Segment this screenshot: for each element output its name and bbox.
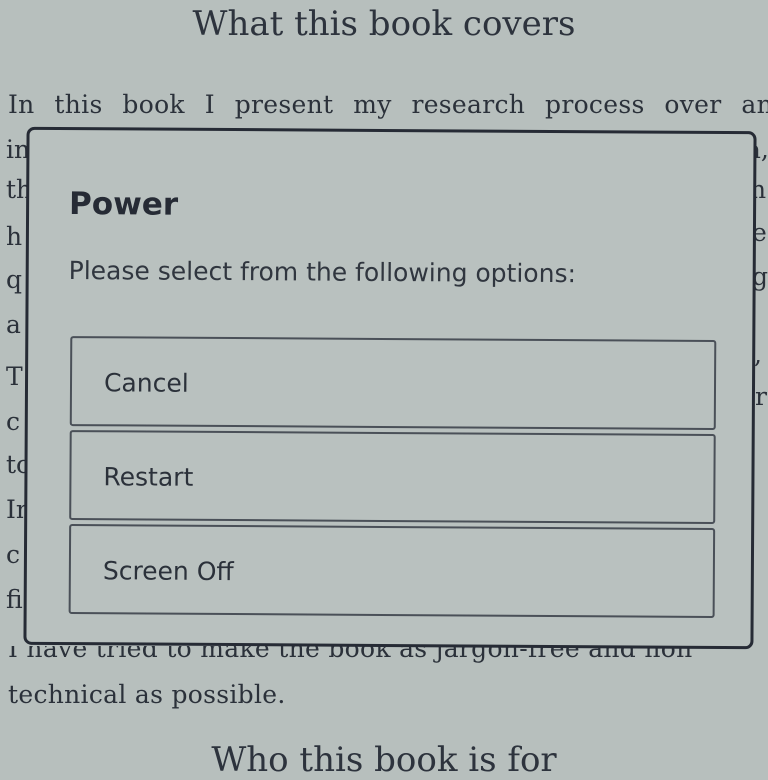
screen-off-button[interactable]: Screen Off xyxy=(68,524,716,618)
chapter-heading: What this book covers xyxy=(192,4,576,44)
word: this xyxy=(54,90,103,119)
word: my xyxy=(353,90,392,119)
word: process xyxy=(545,90,645,119)
text-fragment: fi xyxy=(6,585,23,614)
word: present xyxy=(234,90,334,119)
power-dialog: Power Please select from the following o… xyxy=(23,126,757,650)
text-fragment: r xyxy=(755,382,767,411)
restart-button[interactable]: Restart xyxy=(69,430,716,524)
word: research xyxy=(411,90,526,119)
chapter-heading: Who this book is for xyxy=(211,740,557,780)
paragraph-line: technical as possible. xyxy=(8,680,286,709)
paragraph-line: In this book I present my research proce… xyxy=(8,90,768,119)
dialog-message: Please select from the following options… xyxy=(68,256,577,289)
cancel-button[interactable]: Cancel xyxy=(69,336,717,430)
word: In xyxy=(8,90,35,119)
text-fragment: h xyxy=(6,222,23,251)
restart-label: Restart xyxy=(103,462,194,492)
text-fragment: a xyxy=(6,310,21,339)
text-fragment: c xyxy=(6,540,21,569)
cancel-label: Cancel xyxy=(103,368,189,398)
screen-off-label: Screen Off xyxy=(102,556,234,587)
text-fragment: T xyxy=(6,362,23,391)
text-fragment: q xyxy=(6,265,23,294)
text-fragment: c xyxy=(6,407,21,436)
word: book xyxy=(122,90,185,119)
word: I xyxy=(204,90,215,119)
word: over xyxy=(664,90,722,119)
dialog-title: Power xyxy=(69,186,179,223)
word: an xyxy=(741,90,768,119)
